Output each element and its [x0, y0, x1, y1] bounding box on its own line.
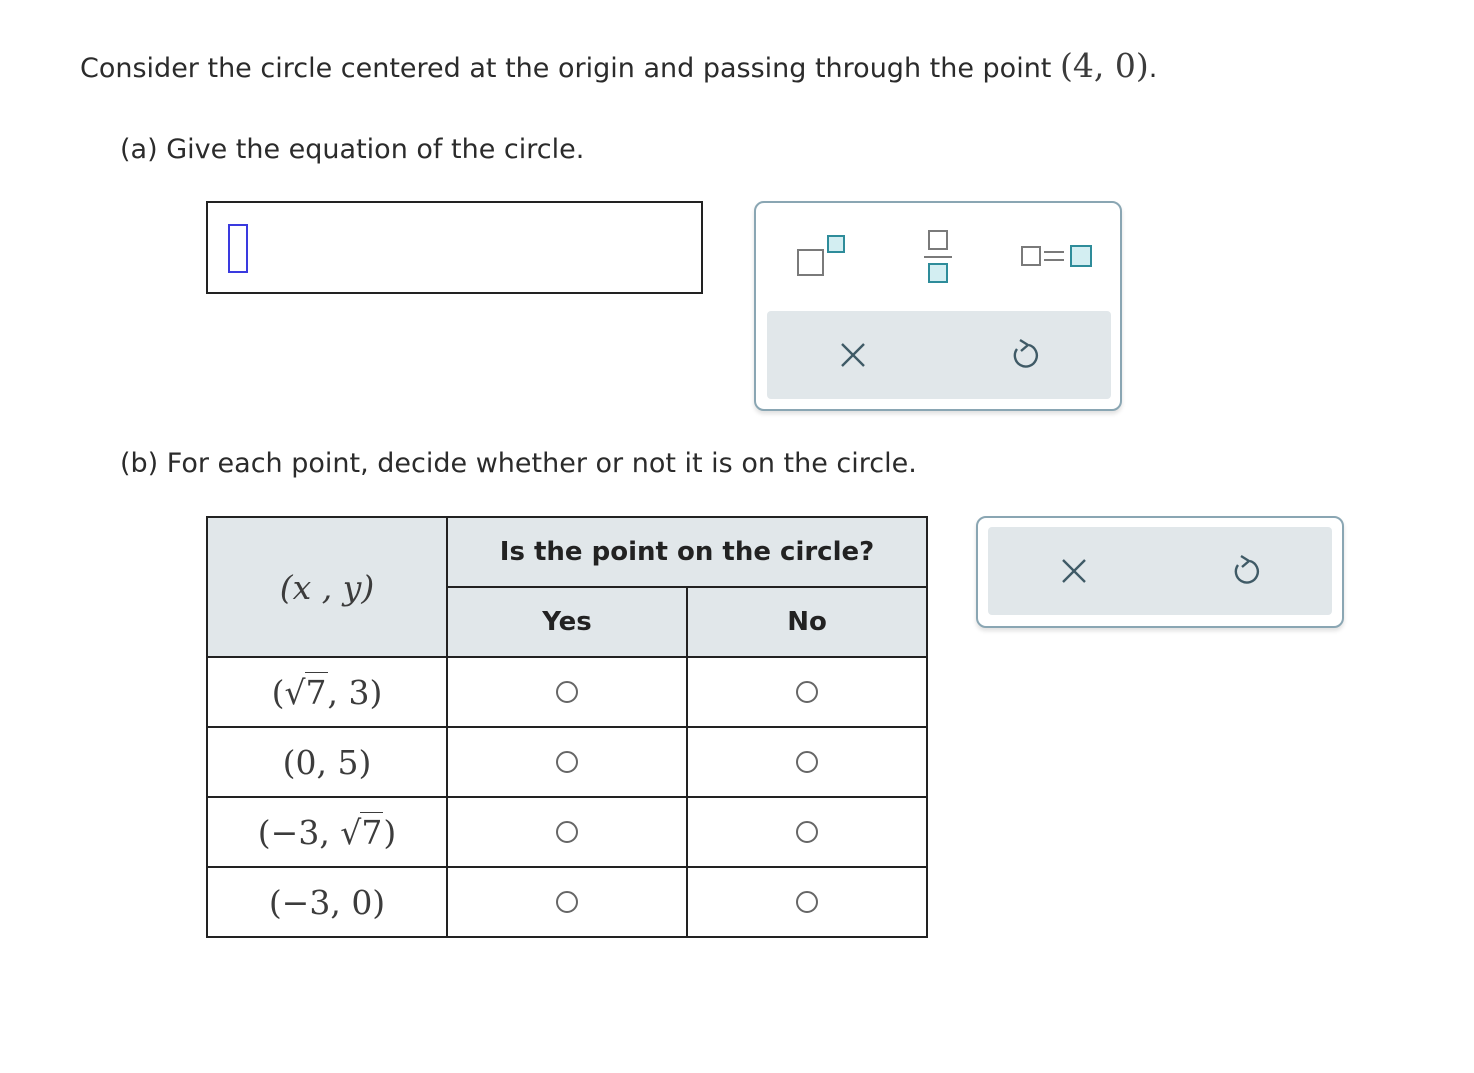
yes-cell — [446, 866, 688, 938]
yes-cell — [446, 726, 688, 798]
undo-icon — [1234, 554, 1260, 584]
yes-radio[interactable] — [556, 681, 578, 703]
table-row: (−3, √7) — [206, 796, 928, 868]
no-cell — [686, 726, 928, 798]
no-cell — [686, 866, 928, 938]
yes-cell — [446, 656, 688, 728]
point-cell: (√7, 3) — [206, 656, 448, 728]
clear-button[interactable] — [837, 339, 869, 371]
point-cell: (0, 5) — [206, 726, 448, 798]
palette-b-action-bar — [988, 527, 1332, 615]
no-cell — [686, 796, 928, 868]
no-radio[interactable] — [796, 821, 818, 843]
no-radio[interactable] — [796, 681, 818, 703]
math-palette-a — [754, 201, 1122, 411]
point-cell: (−3, √7) — [206, 796, 448, 868]
no-header: No — [686, 586, 928, 658]
input-placeholder-box — [228, 224, 248, 273]
close-icon — [1062, 559, 1086, 583]
part-b-label: (b) For each point, decide whether or no… — [120, 448, 917, 479]
table-row: (0, 5) — [206, 726, 928, 798]
sqrt-symbol: √7 — [340, 811, 384, 852]
part-a-label: (a) Give the equation of the circle. — [120, 134, 585, 165]
undo-icon — [1013, 338, 1039, 368]
table-row: (√7, 3) — [206, 656, 928, 728]
intro-period: . — [1148, 53, 1158, 84]
point-column-header: (x , y) — [206, 516, 448, 658]
no-radio[interactable] — [796, 891, 818, 913]
yes-header: Yes — [446, 586, 688, 658]
undo-button[interactable] — [1007, 337, 1041, 373]
question-header: Is the point on the circle? — [446, 516, 928, 588]
intro-point: (4, 0) — [1059, 46, 1149, 85]
point-cell: (−3, 0) — [206, 866, 448, 938]
clear-button[interactable] — [1058, 555, 1090, 587]
palette-a-action-bar — [767, 311, 1111, 399]
question-intro: Consider the circle centered at the orig… — [80, 46, 1157, 85]
yes-cell — [446, 796, 688, 868]
sqrt-symbol: √7 — [284, 671, 328, 712]
no-radio[interactable] — [796, 751, 818, 773]
equation-template-button[interactable] — [1018, 241, 1094, 273]
close-icon — [841, 343, 865, 367]
superscript-template-button[interactable] — [794, 233, 850, 279]
no-cell — [686, 656, 928, 728]
yes-radio[interactable] — [556, 751, 578, 773]
yes-radio[interactable] — [556, 821, 578, 843]
fraction-icon — [924, 230, 952, 283]
points-table: (x , y) Is the point on the circle? Yes … — [206, 516, 928, 938]
table-row: (−3, 0) — [206, 866, 928, 938]
yes-radio[interactable] — [556, 891, 578, 913]
equation-answer-input[interactable] — [206, 201, 703, 294]
intro-text: Consider the circle centered at the orig… — [80, 53, 1060, 84]
undo-button[interactable] — [1228, 553, 1262, 589]
math-palette-b — [976, 516, 1344, 628]
equals-icon — [1021, 245, 1092, 267]
superscript-icon — [797, 235, 845, 276]
fraction-template-button[interactable] — [918, 227, 958, 287]
